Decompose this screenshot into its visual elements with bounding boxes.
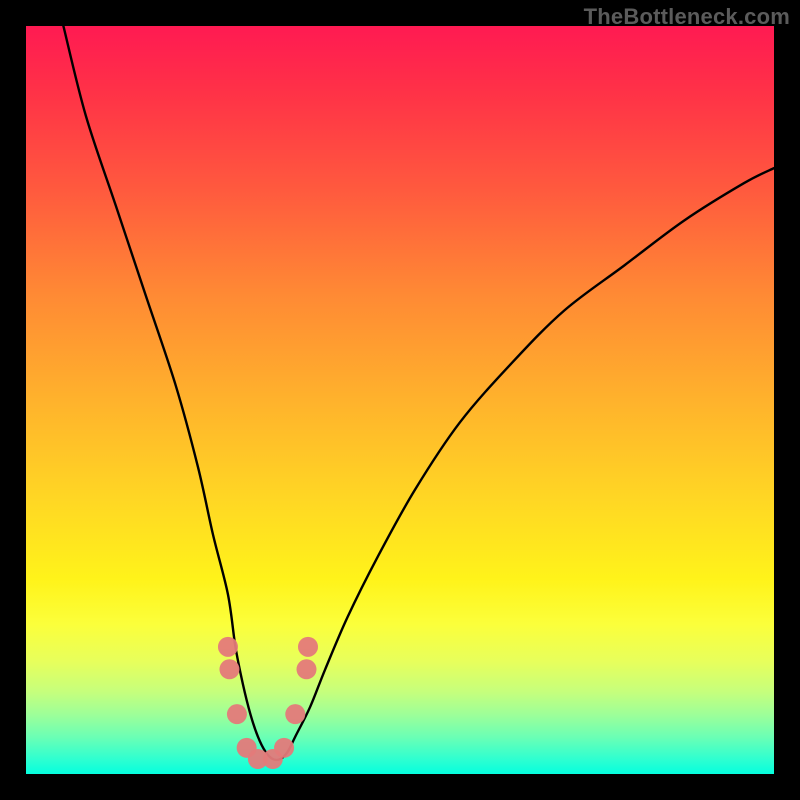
curve-markers [218,637,318,769]
curve-marker [218,637,238,657]
curve-marker [285,704,305,724]
plot-area [26,26,774,774]
bottleneck-curve [63,26,774,760]
curve-layer [26,26,774,774]
curve-marker [227,704,247,724]
curve-marker [298,637,318,657]
curve-marker [219,659,239,679]
curve-marker [297,659,317,679]
chart-frame: TheBottleneck.com [0,0,800,800]
watermark-label: TheBottleneck.com [584,4,790,30]
curve-marker [274,738,294,758]
